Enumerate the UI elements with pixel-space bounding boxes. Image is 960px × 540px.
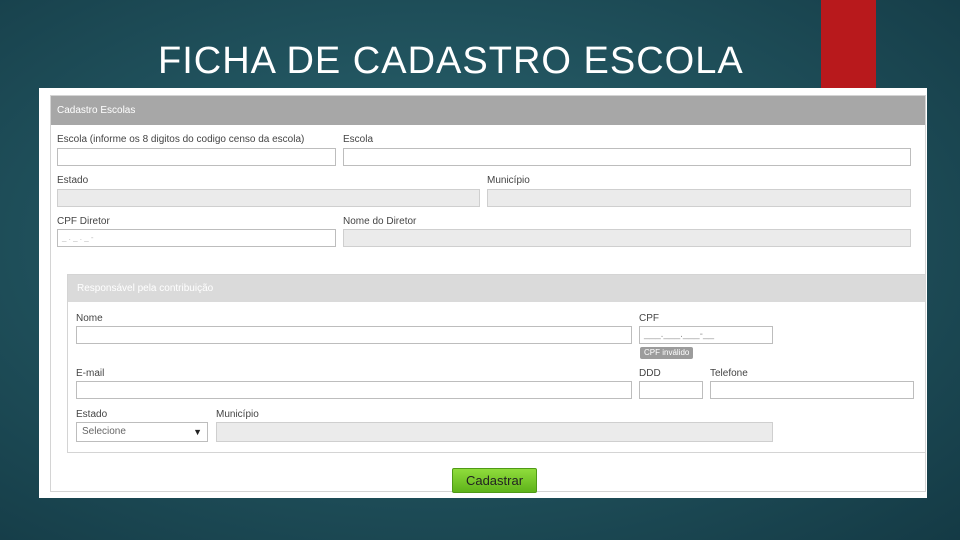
estado-input	[57, 189, 480, 207]
email-input[interactable]	[76, 381, 632, 399]
form-screenshot: Cadastro Escolas Escola (informe os 8 di…	[39, 88, 927, 498]
nome-diretor-label: Nome do Diretor	[343, 216, 417, 227]
cpf-diretor-label: CPF Diretor	[57, 216, 110, 227]
telefone-label: Telefone	[710, 368, 748, 379]
cpf-label: CPF	[639, 313, 659, 324]
escola-label: Escola	[343, 134, 374, 145]
responsavel-panel: Responsável pela contribuição Nome CPF _…	[67, 274, 926, 453]
estado-resp-label: Estado	[76, 409, 108, 420]
cadastro-panel: Cadastro Escolas Escola (informe os 8 di…	[50, 95, 926, 493]
panel-header: Cadastro Escolas	[51, 96, 925, 125]
municipio-input	[487, 189, 911, 207]
dropdown-arrow-icon: ▼	[193, 427, 202, 437]
ddd-input[interactable]	[639, 381, 703, 399]
telefone-input[interactable]	[710, 381, 914, 399]
escola-codigo-input[interactable]	[57, 148, 336, 166]
ddd-label: DDD	[639, 368, 661, 379]
estado-select[interactable]: Selecione ▼	[76, 422, 208, 442]
cpf-diretor-input[interactable]: _ . _ . _ -	[57, 229, 336, 247]
nome-diretor-input	[343, 229, 911, 247]
cpf-input[interactable]: ___.___.___-__	[639, 326, 773, 344]
municipio-label: Município	[487, 175, 530, 186]
accent-bar	[821, 0, 876, 92]
nome-label: Nome	[76, 313, 103, 324]
municipio-resp-input	[216, 422, 773, 442]
slide-title: FICHA DE CADASTRO ESCOLA	[158, 40, 744, 82]
cadastrar-button[interactable]: Cadastrar	[452, 468, 537, 493]
estado-select-value: Selecione	[82, 426, 126, 437]
nome-input[interactable]	[76, 326, 632, 344]
email-label: E-mail	[76, 368, 105, 379]
escola-codigo-label: Escola (informe os 8 digitos do codigo c…	[57, 134, 305, 145]
escola-input[interactable]	[343, 148, 911, 166]
municipio-resp-label: Município	[216, 409, 259, 420]
responsavel-header: Responsável pela contribuição	[68, 275, 925, 302]
cpf-error-badge: CPF inválido	[640, 347, 694, 359]
estado-label: Estado	[57, 175, 89, 186]
